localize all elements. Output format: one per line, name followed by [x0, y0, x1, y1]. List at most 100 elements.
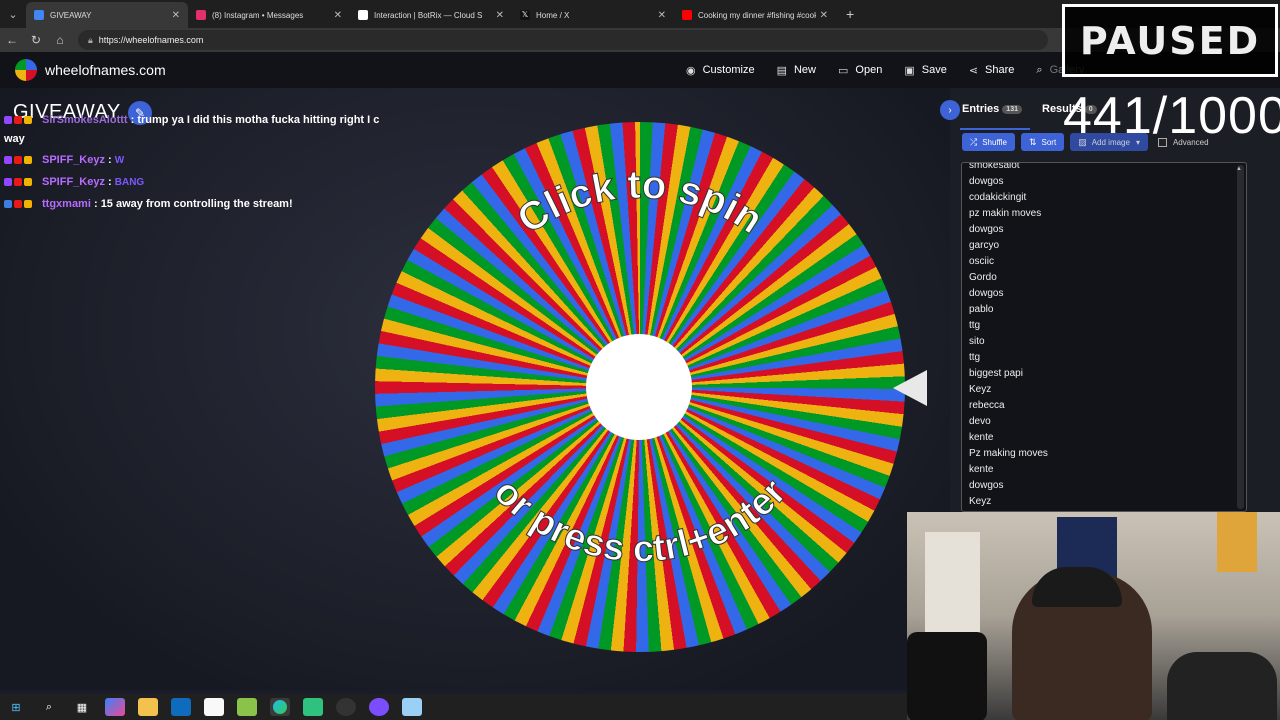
- sort-icon: ⇅: [1028, 136, 1037, 147]
- wheelofnames-favicon: [34, 10, 44, 20]
- app-icon[interactable]: [237, 698, 257, 716]
- outlook-icon[interactable]: [171, 698, 191, 716]
- spin-wheel[interactable]: Click to spin or press ctrl+enter: [375, 122, 905, 652]
- entry-item: sito: [969, 336, 985, 347]
- entry-item: dowgos: [969, 176, 1004, 187]
- search-icon: ⌕: [1036, 63, 1043, 76]
- tab-title: Home / X: [536, 10, 570, 20]
- file-explorer-icon[interactable]: [138, 698, 158, 716]
- home-icon[interactable]: ⌂: [48, 33, 72, 47]
- entry-item: codakickingit: [969, 192, 1027, 203]
- chat-text: :: [108, 176, 112, 188]
- chat-username[interactable]: SPIFF_Keyz: [42, 154, 105, 166]
- entries-tab-label: Entries: [962, 103, 1000, 115]
- progress-counter: 441/1000: [1063, 87, 1280, 145]
- chat-username[interactable]: ttgxmami: [42, 198, 91, 210]
- obs-icon[interactable]: [336, 698, 356, 716]
- chat-emote: W: [114, 155, 125, 166]
- webcam-microphone: [907, 632, 987, 720]
- header-menu: ◉Customize ▤New ▭Open ▣Save ⋖Share ⌕Gall…: [686, 52, 1106, 88]
- windows-start-icon[interactable]: ⊞: [6, 698, 26, 716]
- entry-item: ttg: [969, 352, 981, 363]
- tab-title: GIVEAWAY: [50, 10, 92, 20]
- entry-item: smokesalot: [969, 162, 1020, 171]
- new-tab-icon[interactable]: +: [836, 6, 864, 22]
- chat-message: SPIFF_Keyz : W: [4, 154, 124, 166]
- tab-title: Interaction | BotRix — Cloud S: [374, 10, 483, 20]
- close-icon[interactable]: ✕: [334, 10, 342, 21]
- x-icon: 𝕏: [520, 10, 530, 20]
- task-view-icon[interactable]: ▦: [72, 698, 92, 716]
- sort-button[interactable]: ⇅ Sort: [1020, 133, 1065, 151]
- palette-icon: ◉: [686, 64, 696, 77]
- chat-text: :: [108, 154, 112, 166]
- chat-message: SPIFF_Keyz : BANG: [4, 176, 144, 188]
- entry-item: devo: [969, 416, 991, 427]
- close-icon[interactable]: ✕: [658, 10, 666, 21]
- entry-item: pz makin moves: [969, 208, 1042, 219]
- close-icon[interactable]: ✕: [820, 10, 828, 21]
- tab-giveaway[interactable]: GIVEAWAY ✕: [26, 2, 188, 28]
- collapse-panel-icon[interactable]: ›: [940, 100, 960, 120]
- entry-item: Pz making moves: [969, 448, 1048, 459]
- copilot-icon[interactable]: [105, 698, 125, 716]
- save-button[interactable]: ▣ Save: [904, 64, 946, 77]
- lock-icon: 🔒︎: [88, 34, 93, 45]
- entry-item: dowgos: [969, 288, 1004, 299]
- entries-textarea[interactable]: smokesalot dowgos codakickingit pz makin…: [961, 162, 1247, 512]
- share-icon: ⋖: [968, 64, 979, 77]
- customize-button[interactable]: ◉ Customize: [686, 64, 755, 77]
- edge-browser-icon[interactable]: [270, 698, 290, 716]
- brand-name[interactable]: wheelofnames.com: [45, 62, 166, 78]
- search-icon[interactable]: ⌕: [39, 698, 59, 716]
- share-label: Share: [985, 64, 1015, 76]
- webcam-feed: [907, 512, 1280, 720]
- tab-title: Cooking my dinner #fishing #cook: [698, 10, 816, 20]
- close-icon[interactable]: ✕: [496, 10, 504, 21]
- wheel-logo-icon[interactable]: [15, 59, 37, 81]
- windows-taskbar: ⊞ ⌕ ▦: [0, 694, 907, 720]
- shuffle-button[interactable]: ⤮ Shuffle: [962, 133, 1015, 151]
- store-icon[interactable]: [204, 698, 224, 716]
- new-button[interactable]: ▤ New: [777, 64, 816, 77]
- webcam-poster: [1217, 512, 1257, 572]
- entries-scrollbar[interactable]: [1237, 165, 1244, 509]
- refresh-icon[interactable]: ↻: [24, 33, 48, 47]
- tab-title: (8) Instagram • Messages: [212, 10, 304, 20]
- save-icon: ▣: [904, 64, 915, 77]
- entry-item: biggest papi: [969, 368, 1023, 379]
- entry-item: Keyz: [969, 496, 992, 507]
- chat-message: ttgxmami : 15 away from controlling the …: [4, 198, 293, 210]
- new-label: New: [793, 64, 816, 76]
- tab-entries[interactable]: Entries 131: [962, 103, 1022, 115]
- tab-instagram[interactable]: (8) Instagram • Messages ✕: [188, 2, 350, 28]
- tab-botrix[interactable]: Interaction | BotRix — Cloud S ✕: [350, 2, 512, 28]
- share-button[interactable]: ⋖ Share: [969, 64, 1015, 77]
- tab-x[interactable]: 𝕏 Home / X ✕: [512, 2, 674, 28]
- chat-badges: [4, 176, 42, 188]
- instagram-icon: [196, 10, 206, 20]
- tab-youtube[interactable]: Cooking my dinner #fishing #cook ✕: [674, 2, 836, 28]
- botrix-icon: [358, 10, 368, 20]
- scroll-up-icon[interactable]: ▲: [1236, 166, 1242, 172]
- open-button[interactable]: ▭ Open: [838, 64, 882, 77]
- back-icon[interactable]: ←: [0, 33, 24, 47]
- webcam-chair: [1167, 652, 1277, 720]
- url-text: https://wheelofnames.com: [98, 35, 204, 45]
- chat-emote: BANG: [114, 177, 145, 188]
- wheel-instructions: Click to spin or press ctrl+enter: [485, 162, 795, 571]
- entry-item: pablo: [969, 304, 994, 315]
- chat-username[interactable]: SirSmokesAlottt: [42, 114, 128, 126]
- tab-actions-icon[interactable]: ⌄: [0, 0, 26, 28]
- entry-item: ttg: [969, 320, 981, 331]
- url-field[interactable]: 🔒︎ https://wheelofnames.com: [78, 30, 1048, 50]
- click-to-spin-text: Click to spin: [509, 162, 771, 243]
- close-icon[interactable]: ✕: [172, 10, 180, 21]
- chat-username[interactable]: SPIFF_Keyz: [42, 176, 105, 188]
- discord-icon[interactable]: [369, 698, 389, 716]
- shuffle-label: Shuffle: [982, 137, 1007, 147]
- streaming-app-icon[interactable]: [303, 698, 323, 716]
- entry-item: osciic: [969, 256, 995, 267]
- notepad-icon[interactable]: [402, 698, 422, 716]
- chat-continuation: way: [4, 133, 25, 145]
